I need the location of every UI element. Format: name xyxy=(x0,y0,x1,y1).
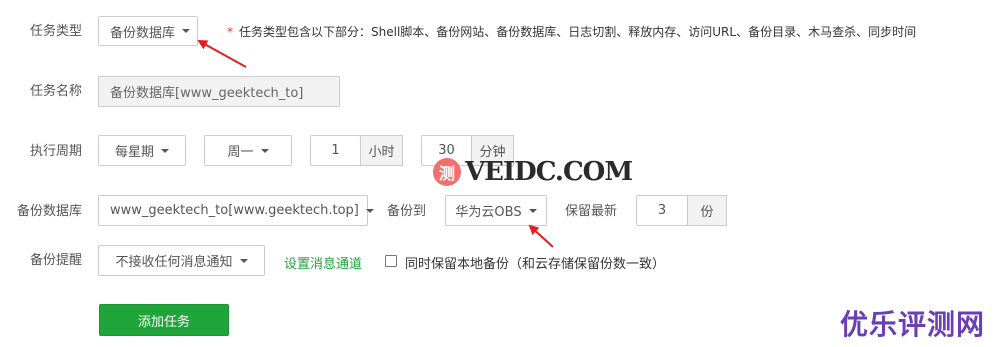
keep-local-backup-label: 同时保留本地备份（和云存储保留份数一致） xyxy=(405,257,666,272)
cycle-value: 每星期 xyxy=(114,145,154,160)
watermark-text: VEIDC.COM xyxy=(465,157,633,187)
chevron-down-icon xyxy=(528,208,537,213)
notify-label: 备份提醒 xyxy=(29,253,82,268)
backup-to-value: 华为云OBS xyxy=(455,205,522,220)
chevron-down-icon xyxy=(161,148,169,153)
keep-count-value: 3 xyxy=(657,203,667,218)
task-type-value: 备份数据库 xyxy=(110,25,176,41)
task-type-hint-text: 任务类型包含以下部分：Shell脚本、备份网站、备份数据库、日志切割、释放内存、… xyxy=(239,25,917,39)
task-name-label: 任务名称 xyxy=(29,84,82,99)
chevron-down-icon xyxy=(365,208,374,213)
task-type-select[interactable]: 备份数据库 xyxy=(98,16,198,46)
brand-watermark: 优乐评测网 xyxy=(840,308,986,341)
period-label: 执行周期 xyxy=(29,144,82,159)
chevron-down-icon xyxy=(182,29,191,33)
arrow-backup-to xyxy=(528,224,554,248)
task-type-label: 任务类型 xyxy=(29,24,82,39)
backup-db-value: www_geektech_to[www.geektech.top] xyxy=(110,203,359,218)
hour-unit: 小时 xyxy=(360,135,403,166)
cycle-select[interactable]: 每星期 xyxy=(98,135,186,166)
arrow-task-type xyxy=(197,40,247,68)
keep-latest-label: 保留最新 xyxy=(565,204,618,219)
set-notify-channel-link[interactable]: 设置消息通道 xyxy=(284,253,362,272)
minute-value: 30 xyxy=(438,143,455,158)
add-task-button[interactable]: 添加任务 xyxy=(99,304,229,336)
chevron-down-icon xyxy=(239,258,248,263)
weekday-value: 周一 xyxy=(227,145,254,160)
backup-db-select[interactable]: www_geektech_to[www.geektech.top] xyxy=(98,195,374,226)
keep-count-input[interactable]: 3 xyxy=(636,195,688,226)
keep-count-unit: 份 xyxy=(687,195,727,226)
notify-value: 不接收任何消息通知 xyxy=(115,255,233,270)
task-name-value: 备份数据库[www_geektech_to] xyxy=(110,86,304,101)
backup-to-select[interactable]: 华为云OBS xyxy=(445,195,547,226)
chevron-down-icon xyxy=(260,148,269,153)
task-name-input[interactable]: 备份数据库[www_geektech_to] xyxy=(98,76,340,107)
task-type-hint: * 任务类型包含以下部分：Shell脚本、备份网站、备份数据库、日志切割、释放内存… xyxy=(227,24,916,40)
backup-to-label: 备份到 xyxy=(387,204,427,219)
required-star: * xyxy=(227,25,233,39)
keep-local-backup-checkbox[interactable] xyxy=(385,255,397,267)
notify-select[interactable]: 不接收任何消息通知 xyxy=(98,245,265,276)
hour-input[interactable]: 1 xyxy=(310,135,361,166)
veidc-watermark: 测 VEIDC.COM xyxy=(433,157,633,187)
hour-value: 1 xyxy=(331,143,340,158)
weekday-select[interactable]: 周一 xyxy=(204,135,292,166)
backup-db-label: 备份数据库 xyxy=(16,204,82,219)
watermark-logo-icon: 测 xyxy=(433,158,461,186)
